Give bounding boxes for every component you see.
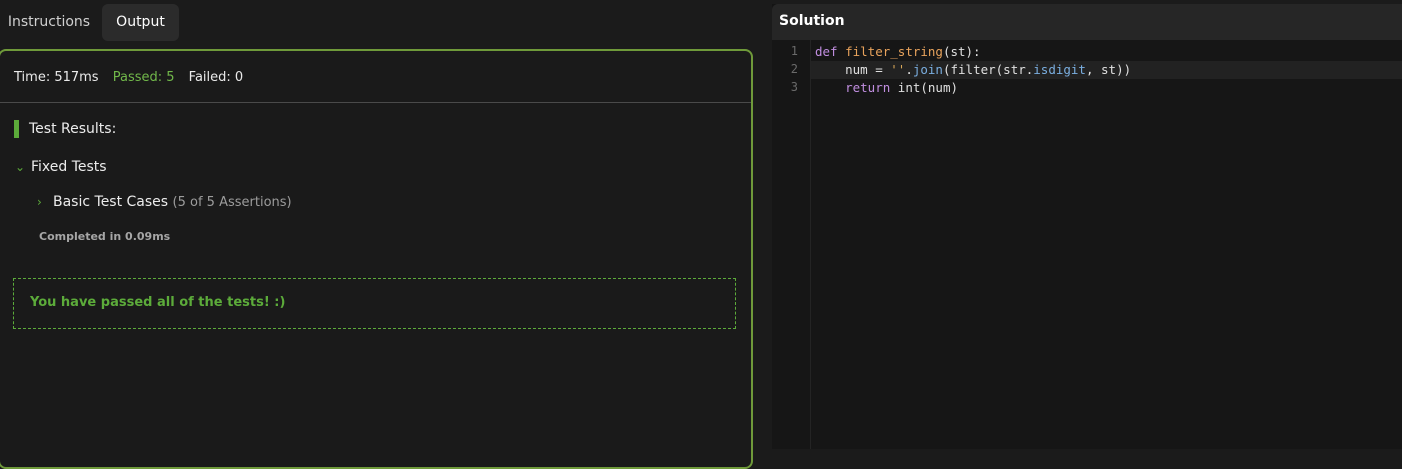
run-stats: Time: 517ms Passed: 5 Failed: 0 <box>14 70 253 85</box>
code-text: . <box>905 62 913 77</box>
pass-banner: You have passed all of the tests! :) <box>13 278 736 329</box>
method-isdigit: isdigit <box>1033 62 1086 77</box>
chevron-down-icon: ⌄ <box>15 160 26 174</box>
line-number: 1 <box>790 44 798 58</box>
fixed-tests-label: Fixed Tests <box>31 159 107 175</box>
method-join: join <box>912 62 943 77</box>
time-stat: Time: 517ms <box>14 70 99 85</box>
passed-stat: Passed: 5 <box>112 70 175 85</box>
test-results-heading: Test Results: <box>14 120 116 138</box>
code-text: num = <box>815 62 891 77</box>
fixed-tests-group[interactable]: ⌄ Fixed Tests <box>15 159 107 175</box>
code-text: int(num) <box>890 80 958 95</box>
divider <box>0 102 751 103</box>
output-pane: Instructions Output Time: 517ms Passed: … <box>0 0 758 469</box>
basic-test-cases-item[interactable]: › Basic Test Cases (5 of 5 Assertions) <box>37 194 292 210</box>
code-editor[interactable]: 1 2 3 def filter_string(st): num = ''.jo… <box>772 40 1402 449</box>
code-line-1[interactable]: def filter_string(st): <box>815 43 981 61</box>
output-panel: Time: 517ms Passed: 5 Failed: 0 Test Res… <box>0 49 753 469</box>
keyword-return: return <box>845 80 891 95</box>
code-text: , st)) <box>1085 62 1132 77</box>
solution-pane: Solution 1 2 3 def filter_string(st): nu… <box>772 4 1402 449</box>
line-number: 3 <box>790 80 798 94</box>
solution-title: Solution <box>779 13 845 29</box>
pass-message: You have passed all of the tests! :) <box>30 295 286 310</box>
tab-instructions[interactable]: Instructions <box>0 4 98 41</box>
solution-header: Solution <box>772 4 1402 40</box>
tab-output[interactable]: Output <box>102 4 179 41</box>
line-number-gutter: 1 2 3 <box>772 40 811 449</box>
keyword-def: def <box>815 44 838 59</box>
assertion-count: (5 of 5 Assertions) <box>172 195 292 210</box>
string-literal: '' <box>890 62 906 77</box>
code-line-2[interactable]: num = ''.join(filter(str.isdigit, st)) <box>815 61 1131 79</box>
chevron-right-icon: › <box>37 195 42 209</box>
tab-bar: Instructions Output <box>0 0 758 44</box>
basic-test-cases-label: Basic Test Cases <box>53 194 169 210</box>
code-text: (st): <box>942 44 981 59</box>
function-name: filter_string <box>845 44 943 59</box>
failed-stat: Failed: 0 <box>188 70 244 85</box>
completed-time: Completed in 0.09ms <box>39 230 171 243</box>
code-text: (filter(str. <box>942 62 1034 77</box>
line-number: 2 <box>790 62 798 76</box>
code-line-3[interactable]: return int(num) <box>815 79 958 97</box>
